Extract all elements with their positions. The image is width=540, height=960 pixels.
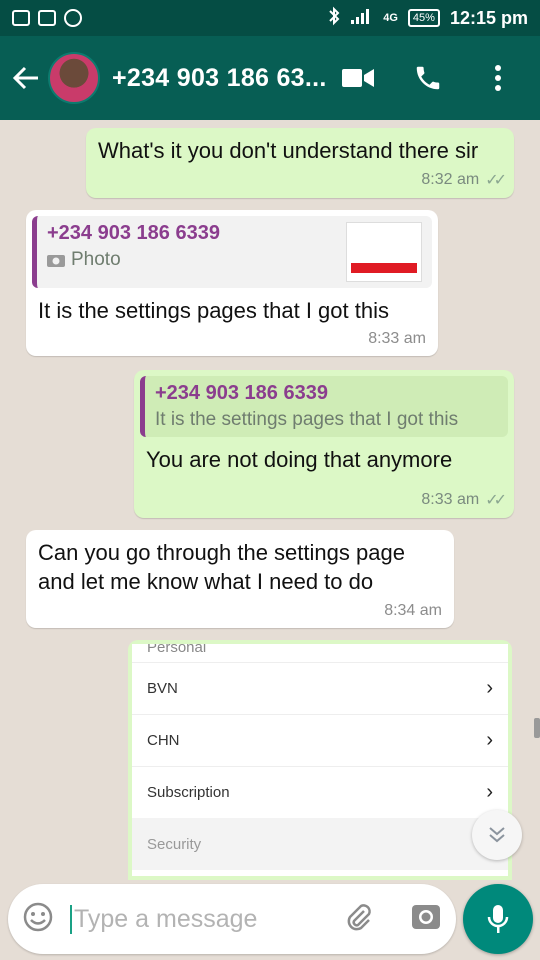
message-image-outgoing[interactable]: Personal BVN › CHN › Subscription › Secu… — [128, 640, 512, 880]
battery-indicator: 45% — [407, 9, 440, 27]
message-time: 8:32 am — [421, 171, 480, 188]
status-left-icons — [12, 9, 82, 27]
message-bubble-outgoing[interactable]: What's it you don't understand there sir… — [86, 128, 514, 198]
camera-icon — [47, 255, 65, 267]
message-meta: 8:33 am — [368, 330, 426, 348]
back-button[interactable] — [4, 56, 48, 100]
quoted-sender: +234 903 186 6339 — [47, 222, 220, 244]
settings-section-personal: Personal — [147, 644, 207, 656]
chevron-right-icon: › — [486, 729, 493, 751]
read-ticks-icon: ✓✓ — [485, 172, 507, 189]
avatar[interactable] — [48, 52, 100, 104]
voice-message-button[interactable] — [463, 884, 533, 954]
read-ticks-icon: ✓✓ — [485, 492, 507, 509]
message-notification-icon — [12, 10, 30, 26]
contact-name[interactable]: +234 903 186 63... — [112, 64, 327, 93]
camera-icon — [412, 904, 440, 929]
camera-button[interactable] — [410, 903, 442, 936]
quoted-message[interactable]: +234 903 186 6339 It is the settings pag… — [140, 376, 508, 437]
settings-screenshot: Personal BVN › CHN › Subscription › Secu… — [132, 644, 508, 876]
message-time: 8:33 am — [368, 330, 426, 347]
more-options-button[interactable] — [478, 58, 518, 98]
status-bar: 4G 45% 12:15 pm — [0, 0, 540, 36]
message-text: Can you go through the settings page and… — [38, 540, 405, 594]
signal-icon — [351, 8, 373, 29]
message-bubble-incoming[interactable]: Can you go through the settings page and… — [26, 530, 454, 628]
quoted-photo-thumbnail — [346, 222, 422, 282]
chevron-right-icon: › — [486, 781, 493, 803]
message-meta: 8:33 am ✓✓ — [421, 490, 507, 510]
microphone-icon — [487, 905, 509, 933]
message-input[interactable] — [70, 904, 310, 934]
video-call-button[interactable] — [338, 58, 378, 98]
message-composer — [8, 884, 456, 954]
settings-row: Subscription › — [132, 766, 508, 818]
attach-button[interactable] — [342, 901, 374, 938]
header-actions — [338, 58, 540, 98]
emoji-button[interactable] — [22, 901, 54, 938]
voice-call-button[interactable] — [408, 58, 448, 98]
settings-row-label: BVN — [147, 680, 178, 697]
message-text: What's it you don't understand there sir — [98, 138, 479, 163]
quoted-text: It is the settings pages that I got this — [155, 409, 459, 430]
network-type: 4G — [383, 12, 398, 24]
message-time: 8:33 am — [421, 491, 480, 508]
message-time: 8:34 am — [384, 602, 442, 619]
emoji-icon — [23, 902, 53, 931]
message-meta: 8:34 am — [384, 602, 442, 620]
quoted-content: +234 903 186 6339 Photo — [47, 222, 220, 282]
more-vertical-icon — [495, 65, 501, 91]
composer-actions — [342, 901, 442, 938]
quoted-sender: +234 903 186 6339 — [155, 382, 328, 404]
settings-row: CHN › — [132, 714, 508, 766]
phone-icon — [416, 66, 440, 90]
message-bubble-outgoing[interactable]: +234 903 186 6339 It is the settings pag… — [134, 370, 514, 518]
image-notification-icon — [38, 10, 56, 26]
bluetooth-icon — [327, 6, 341, 31]
quoted-text: Photo — [47, 249, 220, 271]
paperclip-icon — [347, 903, 371, 930]
chat-header: +234 903 186 63... — [0, 36, 540, 120]
scroll-to-bottom-button[interactable] — [472, 810, 522, 860]
message-bubble-incoming[interactable]: +234 903 186 6339 Photo It is the settin… — [26, 210, 438, 356]
settings-row: BVN › — [132, 662, 508, 714]
whatsapp-notification-icon — [64, 9, 82, 27]
scrollbar-thumb[interactable] — [534, 718, 540, 738]
message-meta: 8:32 am ✓✓ — [421, 170, 507, 190]
settings-row-label: CHN — [147, 732, 180, 749]
message-text: It is the settings pages that I got this — [38, 298, 389, 323]
clock: 12:15 pm — [449, 7, 528, 28]
message-text: You are not doing that anymore — [146, 447, 453, 472]
chevron-right-icon: › — [486, 677, 493, 699]
chat-area[interactable]: What's it you don't understand there sir… — [0, 120, 540, 880]
quoted-photo-label: Photo — [71, 249, 121, 270]
double-chevron-down-icon — [489, 827, 505, 843]
video-camera-icon — [342, 69, 374, 87]
arrow-left-icon — [12, 66, 38, 90]
status-right-icons: 4G 45% 12:15 pm — [327, 6, 528, 31]
settings-row-label: Subscription — [147, 784, 230, 801]
quoted-message[interactable]: +234 903 186 6339 Photo — [32, 216, 432, 288]
settings-section-security: Security — [132, 818, 508, 870]
